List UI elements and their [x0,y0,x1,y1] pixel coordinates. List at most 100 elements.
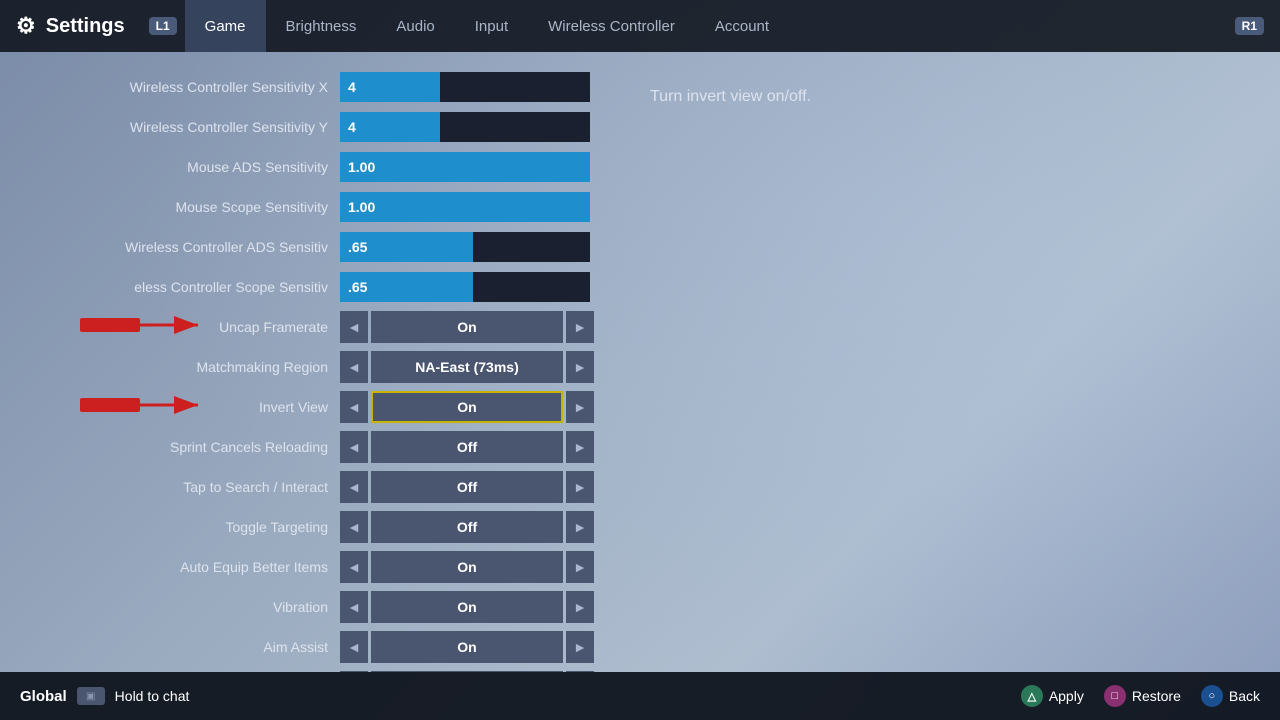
control-mouse-scope: 1.00 [340,192,590,222]
gear-icon: ⚙ [16,13,36,39]
tab-wireless-controller[interactable]: Wireless Controller [528,0,695,52]
apply-label: Apply [1049,688,1084,704]
vibration-right-btn[interactable]: ► [566,591,594,623]
toggle-targeting-right-btn[interactable]: ► [566,511,594,543]
slider-dark-wc-ads [473,232,591,262]
tab-input[interactable]: Input [455,0,528,52]
slider-dark-wcs-x [440,72,590,102]
aim-assist-right-btn[interactable]: ► [566,631,594,663]
control-matchmaking: ◄ NA-East (73ms) ► [340,351,594,383]
control-wc-ads: .65 [340,232,590,262]
aim-assist-left-btn[interactable]: ◄ [340,631,368,663]
label-toggle-targeting: Toggle Targeting [0,519,340,535]
slider-wc-scope[interactable]: .65 [340,272,590,302]
slider-fill-wcs-y: 4 [340,112,440,142]
setting-row-toggle-targeting: Toggle Targeting ◄ Off ► [0,508,620,546]
label-mouse-ads: Mouse ADS Sensitivity [0,159,340,175]
control-vibration: ◄ On ► [340,591,594,623]
sprint-value: Off [371,431,563,463]
r1-badge[interactable]: R1 [1235,17,1264,35]
auto-equip-right-btn[interactable]: ► [566,551,594,583]
label-wcs-x: Wireless Controller Sensitivity X [0,79,340,95]
matchmaking-value: NA-East (73ms) [371,351,563,383]
auto-equip-left-btn[interactable]: ◄ [340,551,368,583]
slider-wcs-y[interactable]: 4 [340,112,590,142]
setting-row-invert: Invert View ◄ On ► [0,388,620,426]
tap-search-left-btn[interactable]: ◄ [340,471,368,503]
setting-row-aim-assist: Aim Assist ◄ On ► [0,628,620,666]
control-invert: ◄ On ► [340,391,594,423]
tap-search-right-btn[interactable]: ► [566,471,594,503]
label-vibration: Vibration [0,599,340,615]
header: ⚙ Settings L1 Game Brightness Audio Inpu… [0,0,1280,52]
tap-search-value: Off [371,471,563,503]
setting-row-wcs-y: Wireless Controller Sensitivity Y 4 [0,108,620,146]
label-aim-assist: Aim Assist [0,639,340,655]
label-wc-ads: Wireless Controller ADS Sensitiv [0,239,340,255]
aim-assist-value: On [371,631,563,663]
vibration-value: On [371,591,563,623]
slider-fill-wc-scope: .65 [340,272,473,302]
setting-row-mouse-scope: Mouse Scope Sensitivity 1.00 [0,188,620,226]
tab-game[interactable]: Game [185,0,266,52]
arrow-uncap [80,312,210,337]
app-title: ⚙ Settings [16,13,125,39]
slider-wcs-x[interactable]: 4 [340,72,590,102]
slider-fill-wc-ads: .65 [340,232,473,262]
label-mouse-scope: Mouse Scope Sensitivity [0,199,340,215]
label-auto-equip: Auto Equip Better Items [0,559,340,575]
back-button[interactable]: ○ Back [1201,685,1260,707]
label-wcs-y: Wireless Controller Sensitivity Y [0,119,340,135]
slider-mouse-scope[interactable]: 1.00 [340,192,590,222]
label-matchmaking: Matchmaking Region [0,359,340,375]
uncap-left-btn[interactable]: ◄ [340,311,368,343]
setting-row-wc-ads: Wireless Controller ADS Sensitiv .65 [0,228,620,266]
settings-list: Wireless Controller Sensitivity X 4 Wire… [0,68,620,672]
invert-value: On [371,391,563,423]
setting-row-tap-search: Tap to Search / Interact ◄ Off ► [0,468,620,506]
matchmaking-left-btn[interactable]: ◄ [340,351,368,383]
label-tap-search: Tap to Search / Interact [0,479,340,495]
uncap-value: On [371,311,563,343]
control-aim-assist: ◄ On ► [340,631,594,663]
apply-button[interactable]: △ Apply [1021,685,1084,707]
tab-brightness[interactable]: Brightness [266,0,377,52]
uncap-right-btn[interactable]: ► [566,311,594,343]
setting-row-wcs-x: Wireless Controller Sensitivity X 4 [0,68,620,106]
control-wc-scope: .65 [340,272,590,302]
tab-account[interactable]: Account [695,0,789,52]
invert-right-btn[interactable]: ► [566,391,594,423]
sprint-left-btn[interactable]: ◄ [340,431,368,463]
setting-row-mouse-ads: Mouse ADS Sensitivity 1.00 [0,148,620,186]
control-uncap: ◄ On ► [340,311,594,343]
arrow-invert [80,392,210,417]
sprint-right-btn[interactable]: ► [566,431,594,463]
description-text: Turn invert view on/off. [650,88,811,105]
back-label: Back [1229,688,1260,704]
slider-wc-ads[interactable]: .65 [340,232,590,262]
toggle-targeting-value: Off [371,511,563,543]
footer-right: △ Apply □ Restore ○ Back [1021,685,1260,707]
control-toggle-targeting: ◄ Off ► [340,511,594,543]
setting-row-matchmaking: Matchmaking Region ◄ NA-East (73ms) ► [0,348,620,386]
triangle-icon: △ [1021,685,1043,707]
slider-dark-wcs-y [440,112,590,142]
restore-button[interactable]: □ Restore [1104,685,1181,707]
matchmaking-right-btn[interactable]: ► [566,351,594,383]
description-panel: Turn invert view on/off. [620,68,1280,672]
toggle-targeting-left-btn[interactable]: ◄ [340,511,368,543]
setting-row-auto-equip: Auto Equip Better Items ◄ On ► [0,548,620,586]
setting-row-uncap: Uncap Framerate ◄ On ► [0,308,620,346]
chat-icon: ▣ [77,687,105,705]
slider-mouse-ads[interactable]: 1.00 [340,152,590,182]
slider-fill-wcs-x: 4 [340,72,440,102]
control-tap-search: ◄ Off ► [340,471,594,503]
setting-row-sprint: Sprint Cancels Reloading ◄ Off ► [0,428,620,466]
invert-left-btn[interactable]: ◄ [340,391,368,423]
slider-fill-mouse-scope: 1.00 [340,192,590,222]
l1-badge[interactable]: L1 [149,17,177,35]
tab-audio[interactable]: Audio [376,0,454,52]
vibration-left-btn[interactable]: ◄ [340,591,368,623]
global-label: Global [20,688,67,705]
label-wc-scope: eless Controller Scope Sensitiv [0,279,340,295]
